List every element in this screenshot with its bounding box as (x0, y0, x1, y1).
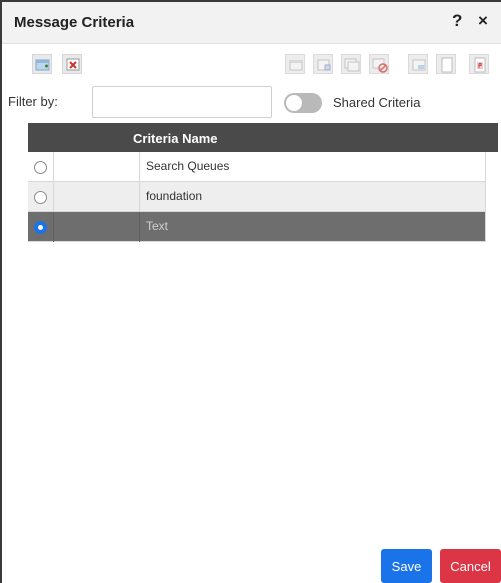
page-button[interactable] (436, 54, 456, 74)
delete-criteria-button[interactable] (62, 54, 82, 74)
move-button[interactable] (313, 54, 333, 74)
shared-criteria-label: Shared Criteria (333, 95, 421, 110)
filter-input[interactable] (92, 86, 272, 118)
help-button[interactable]: ? (452, 11, 462, 31)
table-row[interactable]: Text (28, 212, 486, 242)
message-criteria-dialog: Message Criteria ? × Filter by: Shared C… (0, 0, 501, 583)
grid-header: Criteria Name (28, 123, 498, 152)
copy-button[interactable] (285, 54, 305, 74)
share-button[interactable] (408, 54, 428, 74)
add-criteria-button[interactable] (32, 54, 52, 74)
row-radio[interactable] (34, 191, 47, 204)
cancel-button[interactable]: Cancel (440, 549, 501, 583)
criteria-name-cell: Search Queues (146, 159, 230, 173)
table-row[interactable]: foundation (28, 182, 486, 212)
table-row[interactable]: Search Queues (28, 152, 486, 182)
pdf-button[interactable] (469, 54, 489, 74)
toggle-knob (286, 95, 302, 111)
filter-label: Filter by: (8, 94, 58, 109)
shared-criteria-toggle[interactable] (284, 93, 322, 113)
dialog-titlebar: Message Criteria ? × (2, 2, 501, 44)
disable-button[interactable] (369, 54, 389, 74)
save-button[interactable]: Save (381, 549, 432, 583)
dialog-title: Message Criteria (14, 14, 135, 31)
close-button[interactable]: × (478, 11, 488, 31)
row-radio[interactable] (34, 161, 47, 174)
row-radio[interactable] (34, 221, 47, 234)
duplicate-button[interactable] (341, 54, 361, 74)
column-header-criteria-name[interactable]: Criteria Name (133, 131, 218, 146)
criteria-name-cell: foundation (146, 189, 203, 203)
criteria-name-cell: Text (146, 219, 169, 233)
